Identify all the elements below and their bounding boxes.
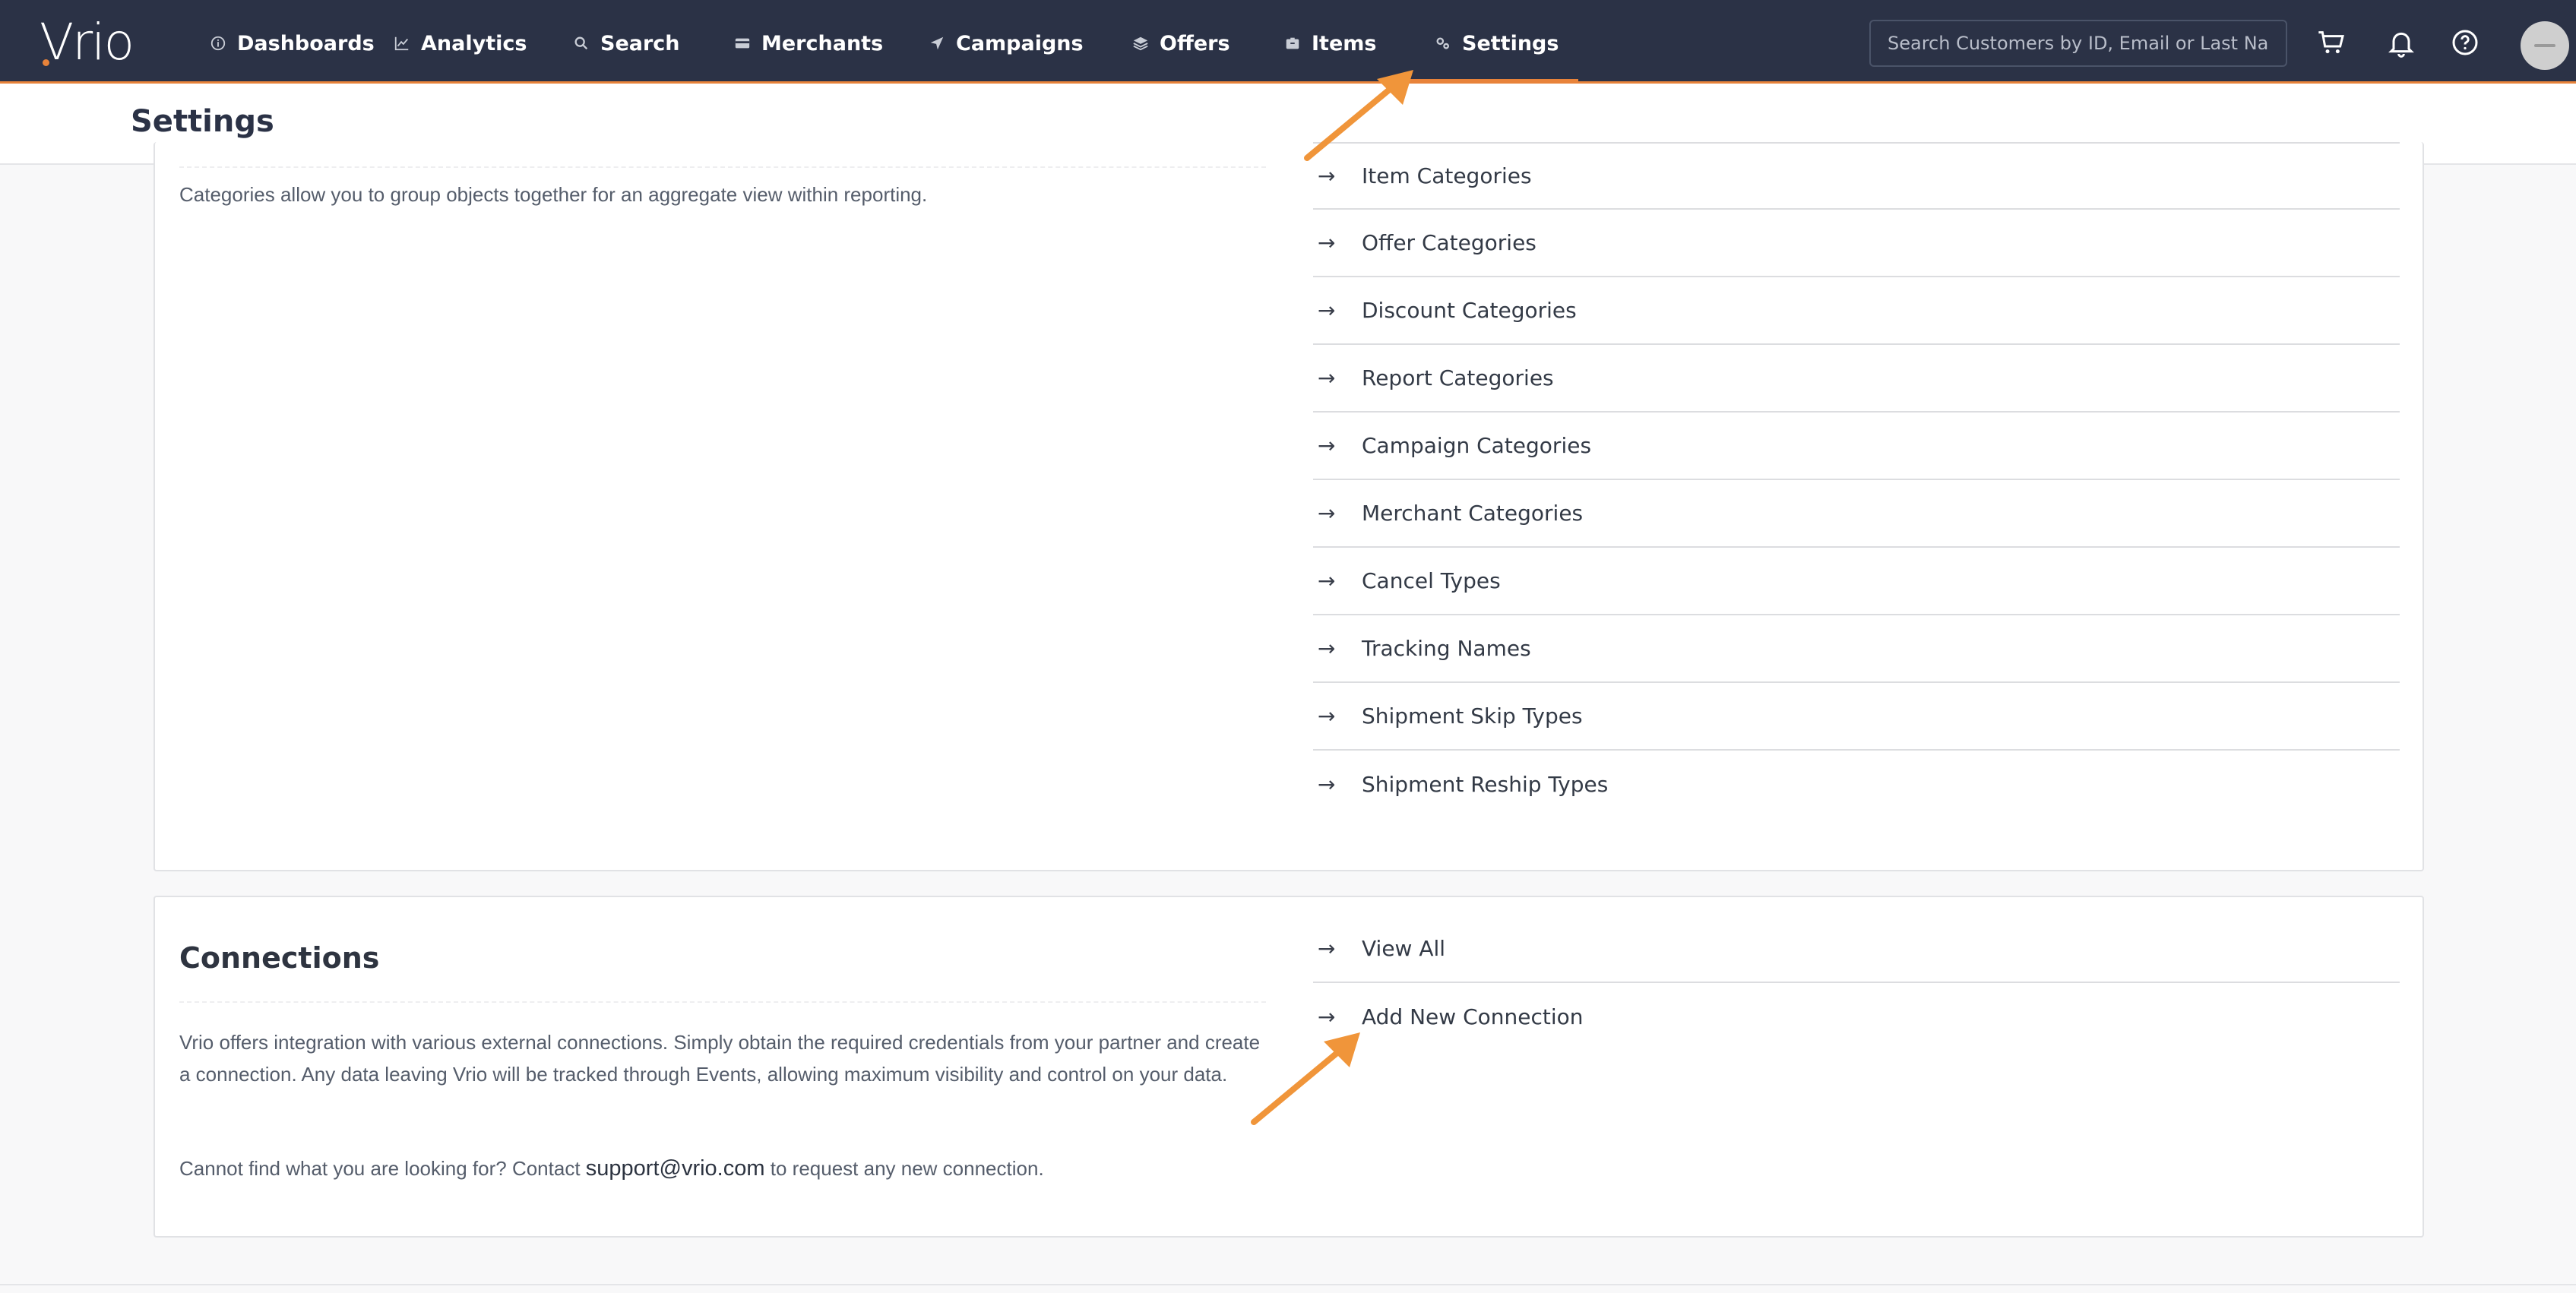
link-label: Item Categories <box>1362 163 1532 188</box>
logo-text: Vrio <box>40 13 134 71</box>
arrow-right-icon: → <box>1318 298 1336 323</box>
section-divider <box>179 1001 1266 1003</box>
box-icon <box>1286 37 1299 49</box>
gears-icon <box>1436 37 1450 49</box>
search-icon <box>574 36 588 50</box>
settings-content: Categories allow you to group objects to… <box>0 142 2576 1293</box>
link-label: Tracking Names <box>1362 636 1531 661</box>
connections-heading: Connections <box>179 941 380 975</box>
customer-search-input[interactable] <box>1869 20 2287 67</box>
contact-suffix: to request any new connection. <box>770 1157 1044 1180</box>
support-email-link[interactable]: support@vrio.com <box>586 1156 765 1181</box>
active-tab-indicator <box>1410 79 1578 83</box>
nav-item-settings[interactable]: Settings <box>1435 23 1559 64</box>
link-tracking-names[interactable]: → Tracking Names <box>1313 615 2400 683</box>
link-label: Report Categories <box>1362 365 1554 390</box>
link-shipment-skip-types[interactable]: → Shipment Skip Types <box>1313 683 2400 751</box>
connections-description: Vrio offers integration with various ext… <box>179 1031 1261 1086</box>
arrow-right-icon: → <box>1318 1004 1336 1029</box>
nav-item-search[interactable]: Search <box>573 23 680 64</box>
categories-card: Categories allow you to group objects to… <box>153 142 2424 871</box>
credit-card-icon <box>735 38 750 49</box>
arrow-right-icon: → <box>1318 636 1336 661</box>
link-label: Cancel Types <box>1362 568 1501 593</box>
link-report-categories[interactable]: → Report Categories <box>1313 345 2400 413</box>
link-merchant-categories[interactable]: → Merchant Categories <box>1313 480 2400 548</box>
link-label: Campaign Categories <box>1362 433 1592 458</box>
top-navigation-bar: Vrio Dashboards Analytics Search Merchan… <box>0 0 2576 84</box>
link-label: Shipment Skip Types <box>1362 703 1583 729</box>
paper-plane-icon <box>930 36 944 50</box>
info-circle-icon <box>210 36 226 51</box>
link-offer-categories[interactable]: → Offer Categories <box>1313 210 2400 277</box>
arrow-right-icon: → <box>1318 772 1336 797</box>
link-campaign-categories[interactable]: → Campaign Categories <box>1313 413 2400 480</box>
connections-card: Connections Vrio offers integration with… <box>153 896 2424 1238</box>
categories-description: Categories allow you to group objects to… <box>179 183 928 206</box>
nav-item-campaigns[interactable]: Campaigns <box>929 23 1084 64</box>
categories-link-list: → Item Categories → Offer Categories → Disc… <box>1313 142 2400 818</box>
link-label: Add New Connection <box>1362 1004 1584 1029</box>
section-divider <box>179 166 1266 168</box>
nav-label: Dashboards <box>237 31 375 55</box>
link-label: Merchant Categories <box>1362 501 1584 526</box>
nav-label: Items <box>1312 31 1377 55</box>
arrow-right-icon: → <box>1318 230 1336 255</box>
arrow-right-icon: → <box>1318 501 1336 526</box>
link-cancel-types[interactable]: → Cancel Types <box>1313 548 2400 615</box>
nav-item-dashboards[interactable]: Dashboards <box>210 23 375 64</box>
nav-label: Search <box>600 31 680 55</box>
contact-prefix: Cannot find what you are looking for? Co… <box>179 1157 581 1180</box>
nav-label: Merchants <box>761 31 884 55</box>
arrow-right-icon: → <box>1318 163 1336 188</box>
bell-icon[interactable] <box>2386 27 2416 58</box>
connections-contact-line: Cannot find what you are looking for? Co… <box>179 1152 1274 1184</box>
help-icon[interactable] <box>2450 27 2480 58</box>
arrow-right-icon: → <box>1318 365 1336 390</box>
link-shipment-reship-types[interactable]: → Shipment Reship Types <box>1313 751 2400 818</box>
link-label: Shipment Reship Types <box>1362 772 1609 797</box>
arrow-right-icon: → <box>1318 703 1336 729</box>
connections-link-list: → View All → Add New Connection <box>1313 915 2400 1051</box>
arrow-right-icon: → <box>1318 568 1336 593</box>
page-title: Settings <box>131 104 274 139</box>
arrow-right-icon: → <box>1318 936 1336 961</box>
cart-icon[interactable] <box>2316 27 2347 58</box>
user-avatar[interactable] <box>2521 21 2569 70</box>
link-view-all[interactable]: → View All <box>1313 915 2400 983</box>
chart-line-icon <box>394 36 409 51</box>
nav-item-offers[interactable]: Offers <box>1132 23 1230 64</box>
nav-item-analytics[interactable]: Analytics <box>394 23 527 64</box>
nav-item-merchants[interactable]: Merchants <box>734 23 883 64</box>
link-label: Offer Categories <box>1362 230 1536 255</box>
vrio-logo[interactable]: Vrio <box>40 17 134 68</box>
link-label: View All <box>1362 936 1446 961</box>
link-add-new-connection[interactable]: → Add New Connection <box>1313 983 2400 1051</box>
nav-label: Campaigns <box>956 31 1084 55</box>
arrow-right-icon: → <box>1318 433 1336 458</box>
nav-label: Offers <box>1160 31 1230 55</box>
page-bottom-border <box>0 1284 2576 1285</box>
nav-label: Settings <box>1462 31 1559 55</box>
link-label: Discount Categories <box>1362 298 1577 323</box>
nav-item-items[interactable]: Items <box>1284 23 1376 64</box>
link-discount-categories[interactable]: → Discount Categories <box>1313 277 2400 345</box>
layers-icon <box>1133 36 1148 51</box>
logo-accent-dot <box>43 59 49 66</box>
link-item-categories[interactable]: → Item Categories <box>1313 142 2400 210</box>
nav-label: Analytics <box>421 31 527 55</box>
